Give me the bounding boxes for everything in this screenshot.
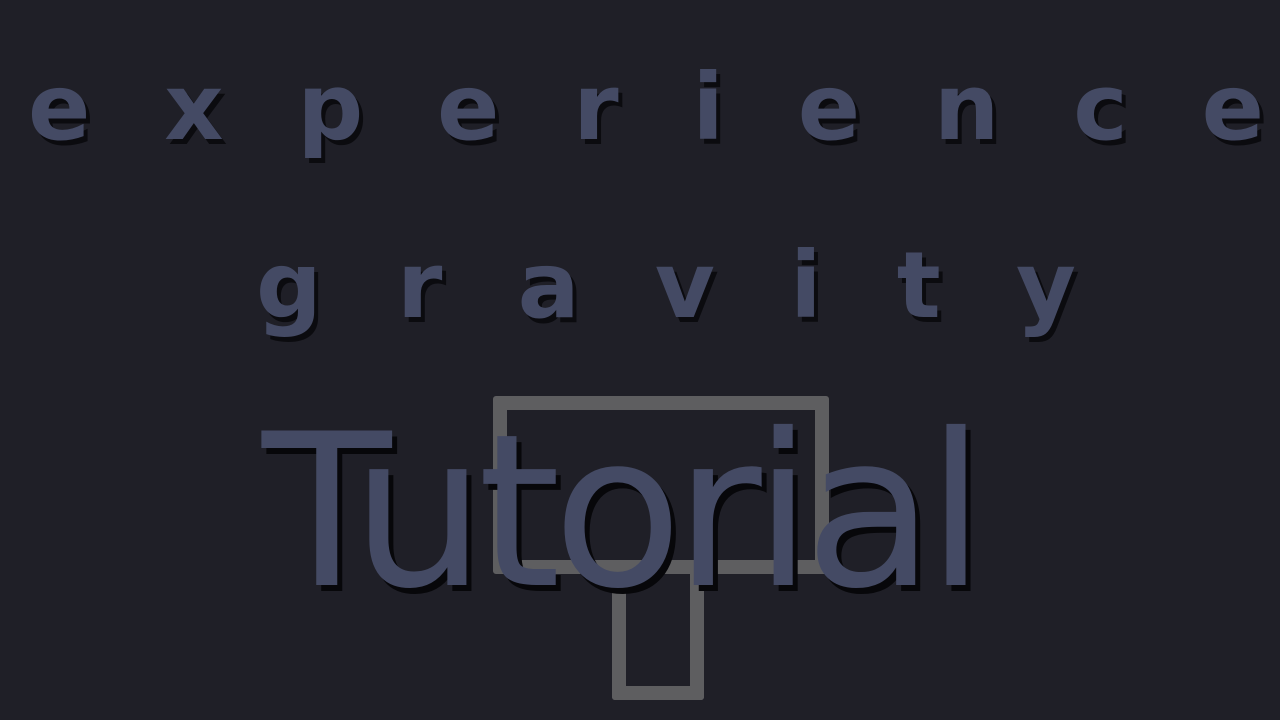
title-letter: i [790, 232, 822, 339]
title-letter: r [397, 232, 443, 339]
title-letter: e [437, 54, 500, 161]
title-letter: v [654, 232, 715, 339]
title-letter: r [573, 54, 619, 161]
title-letter: i [692, 54, 724, 161]
title-letter: y [1015, 232, 1076, 339]
title-letter: p [297, 54, 364, 161]
title-letter: e [1201, 54, 1264, 161]
game-screen: e x p e r i e n c e g r a v i t y Tutori… [0, 0, 1280, 720]
tutorial-heading: Tutorial [262, 388, 985, 635]
title-letter: e [28, 54, 91, 161]
title-letter: a [517, 232, 580, 339]
title-letter: g [256, 232, 322, 339]
game-title-line-2: g r a v i t y [0, 226, 1280, 346]
title-letter: c [1073, 54, 1128, 161]
title-letter: x [164, 54, 224, 161]
title-letter: n [933, 54, 1000, 161]
title-letter: t [896, 232, 941, 339]
game-title-line-1: e x p e r i e n c e [0, 48, 1280, 168]
title-letter: e [797, 54, 861, 161]
